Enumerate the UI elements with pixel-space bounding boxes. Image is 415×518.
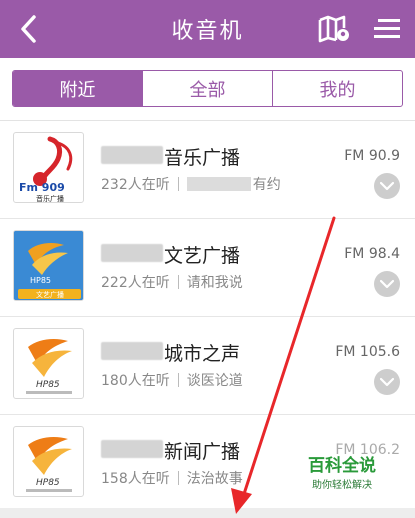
logo-subtitle: 文艺广播 — [36, 290, 64, 299]
blurred-text — [186, 177, 251, 191]
station-frequency: FM 98.4 — [344, 246, 400, 262]
station-meta: 180人在听 谈医论道 — [101, 370, 243, 390]
page-title: 收音机 — [171, 19, 244, 44]
tab-mine[interactable]: 我的 — [272, 71, 402, 106]
station-name: 新闻广播 — [164, 441, 241, 463]
listener-count: 180人在听 — [101, 373, 170, 389]
station-name: 文艺广播 — [164, 245, 241, 267]
station-logo: HP85 — [13, 426, 84, 497]
logo-text: Fm 909 — [19, 181, 65, 194]
program-name: 谈医论道 — [186, 373, 243, 389]
blurred-text — [101, 342, 163, 360]
station-row[interactable]: Fm 909 音乐广播 音乐广播 FM 90.9 232人在听 有约 — [0, 121, 415, 219]
station-meta: 158人在听 法治故事 — [101, 468, 243, 488]
station-row[interactable]: HP85 城市之声 FM 105.6 180人在听 谈医论道 — [0, 317, 415, 415]
watermark-title: 百科全说 — [308, 456, 376, 476]
chevron-down-icon — [380, 377, 394, 387]
station-meta: 232人在听 有约 — [101, 174, 281, 194]
bottom-edge — [0, 508, 415, 518]
program-name: 请和我说 — [186, 275, 243, 291]
station-logo: HP85 文艺广播 — [13, 230, 84, 301]
program-name: 法治故事 — [186, 471, 243, 487]
station-row[interactable]: HP85 文艺广播 文艺广播 FM 98.4 222人在听 请和我说 — [0, 219, 415, 317]
logo-text: HP85 — [30, 276, 51, 285]
station-name: 城市之声 — [164, 343, 241, 365]
tab-all[interactable]: 全部 — [142, 71, 272, 106]
logo-text: HP85 — [36, 380, 60, 390]
map-location-icon — [318, 15, 349, 43]
logo-subtitle: 音乐广播 — [36, 194, 64, 203]
watermark: 百科全说 助你轻松解决 — [296, 451, 388, 491]
station-frequency: FM 105.6 — [335, 344, 400, 360]
expand-button[interactable] — [374, 271, 400, 297]
station-frequency: FM 90.9 — [344, 148, 400, 164]
menu-icon — [374, 19, 400, 38]
tab-nearby[interactable]: 附近 — [13, 71, 142, 106]
program-name: 有约 — [252, 177, 281, 193]
expand-button[interactable] — [374, 369, 400, 395]
map-button[interactable] — [318, 14, 350, 44]
blurred-text — [101, 440, 163, 458]
blurred-text — [101, 146, 163, 164]
menu-button[interactable] — [372, 16, 402, 42]
expand-button[interactable] — [374, 173, 400, 199]
segment-tabs: 附近 全部 我的 — [12, 70, 403, 107]
station-logo: Fm 909 音乐广播 — [13, 132, 84, 203]
logo-text: HP85 — [36, 478, 60, 488]
station-name: 音乐广播 — [164, 147, 241, 169]
listener-count: 232人在听 — [101, 177, 170, 193]
listener-count: 158人在听 — [101, 471, 170, 487]
chevron-down-icon — [380, 181, 394, 191]
station-meta: 222人在听 请和我说 — [101, 272, 243, 292]
station-logo: HP85 — [13, 328, 84, 399]
chevron-down-icon — [380, 279, 394, 289]
listener-count: 222人在听 — [101, 275, 170, 291]
watermark-subtitle: 助你轻松解决 — [312, 480, 372, 491]
blurred-text — [101, 244, 163, 262]
title-bar: 收音机 — [0, 0, 415, 58]
